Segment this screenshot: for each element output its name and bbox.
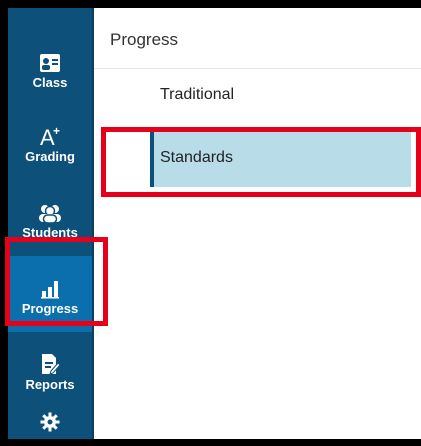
sidebar-item-label: Grading (25, 148, 75, 164)
divider (94, 68, 421, 69)
option-standards-label: Standards (160, 149, 233, 166)
progress-icon (40, 273, 60, 299)
sidebar-item-label: Reports (25, 376, 75, 392)
window-frame-top (0, 0, 421, 8)
class-icon (39, 47, 61, 73)
sidebar-item-label: Students (22, 224, 78, 240)
sidebar-nav: Class A + Grading Students Progress Repo… (8, 8, 94, 439)
window-frame-bottom (0, 439, 421, 445)
progress-panel: Progress Traditional Standards (94, 8, 421, 439)
svg-text:+: + (53, 125, 60, 138)
reports-icon (40, 349, 60, 375)
sidebar-item-progress[interactable]: Progress (8, 256, 92, 332)
grading-icon: A + (38, 121, 62, 147)
sidebar-item-students[interactable]: Students (8, 180, 92, 256)
panel-title: Progress (110, 30, 179, 49)
students-icon (37, 197, 63, 223)
sidebar-item-label: Class (32, 74, 68, 90)
sidebar-item-class[interactable]: Class (8, 30, 92, 106)
sidebar-item-label: Progress (21, 300, 79, 316)
option-traditional[interactable]: Traditional (160, 86, 234, 104)
option-standards[interactable]: Standards (150, 131, 411, 187)
sidebar-item-reports[interactable]: Reports (8, 332, 92, 408)
sidebar-item-grading[interactable]: A + Grading (8, 104, 92, 180)
settings-icon (40, 406, 60, 432)
